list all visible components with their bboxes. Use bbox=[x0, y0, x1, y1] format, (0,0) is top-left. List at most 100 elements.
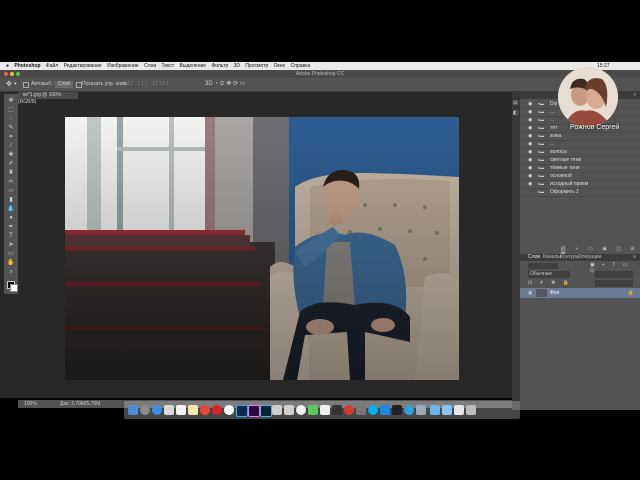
blur-tool-icon[interactable]: 💧 bbox=[7, 206, 15, 212]
menu-select[interactable]: Выделение bbox=[180, 62, 207, 70]
photos-icon[interactable] bbox=[320, 405, 330, 415]
document-tab[interactable]: ки*1.jpg @ 100% (RGB/8) bbox=[18, 92, 78, 105]
notes-icon[interactable] bbox=[188, 405, 198, 415]
safari-icon[interactable] bbox=[152, 405, 162, 415]
menu-view[interactable]: Просмотр bbox=[245, 62, 268, 70]
fill-field[interactable] bbox=[595, 280, 633, 287]
zoom-level[interactable]: 100% bbox=[24, 400, 37, 408]
opacity-field[interactable] bbox=[595, 271, 633, 278]
background-color-swatch[interactable] bbox=[10, 284, 18, 292]
panel-menu-icon[interactable]: ≡ bbox=[633, 254, 636, 261]
pen-tool-icon[interactable]: ✒ bbox=[7, 224, 15, 230]
eye-icon[interactable]: ◉ bbox=[528, 173, 532, 179]
close-button[interactable] bbox=[4, 72, 8, 76]
crop-tool-icon[interactable]: ⌗ bbox=[7, 134, 15, 140]
skype-icon[interactable] bbox=[368, 405, 378, 415]
documents-icon[interactable] bbox=[454, 405, 464, 415]
document-canvas[interactable] bbox=[65, 117, 459, 380]
options-arrow-icon[interactable]: ▾ bbox=[14, 81, 17, 88]
tab-channels[interactable]: Каналы bbox=[543, 254, 561, 261]
minimize-button[interactable] bbox=[10, 72, 14, 76]
trash-icon[interactable] bbox=[466, 405, 476, 415]
finder-icon[interactable] bbox=[128, 405, 138, 415]
chrome-icon[interactable] bbox=[200, 405, 210, 415]
stamp-tool-icon[interactable]: ♜ bbox=[7, 170, 15, 176]
eye-icon[interactable]: ◉ bbox=[528, 149, 532, 155]
brush-tool-icon[interactable]: ✐ bbox=[7, 161, 15, 167]
align-icons[interactable]: ⫶⫶⫶ ⫶⫶⫶ ⫶⫶⫶⫶⫶ bbox=[124, 81, 170, 88]
eye-icon[interactable]: ◉ bbox=[528, 109, 532, 115]
menu-3d[interactable]: 3D bbox=[234, 62, 240, 70]
tab-paths[interactable]: Контуры bbox=[560, 254, 580, 261]
dodge-tool-icon[interactable]: ● bbox=[7, 215, 15, 221]
terminal-icon[interactable] bbox=[392, 405, 402, 415]
lock-icons[interactable]: ⊡ ✐ ✥ 🔒 bbox=[528, 280, 572, 286]
tool-icon[interactable] bbox=[356, 405, 366, 415]
folder-icon[interactable] bbox=[430, 405, 440, 415]
apple-icon[interactable]: ● bbox=[6, 62, 9, 70]
tab-layers[interactable]: Слои bbox=[528, 254, 540, 261]
telegram-icon[interactable] bbox=[404, 405, 414, 415]
filter-kind-dropdown[interactable] bbox=[528, 263, 558, 269]
eraser-tool-icon[interactable]: ▱ bbox=[7, 188, 15, 194]
menu-help[interactable]: Справка bbox=[291, 62, 311, 70]
eyedropper-tool-icon[interactable]: ⁄ bbox=[7, 143, 15, 149]
autoselect-dropdown[interactable]: Слой bbox=[55, 81, 74, 88]
app-store-icon[interactable] bbox=[380, 405, 390, 415]
zoom-tool-icon[interactable]: ⌕ bbox=[7, 269, 15, 275]
screen-recorder-icon[interactable] bbox=[332, 405, 342, 415]
photoshop-icon[interactable] bbox=[236, 405, 248, 417]
move-tool-icon[interactable]: ✥ bbox=[6, 81, 12, 88]
properties-panel-icon[interactable]: ◧ bbox=[513, 110, 518, 116]
eye-icon[interactable]: ◉ bbox=[528, 133, 532, 139]
menu-window[interactable]: Окно bbox=[274, 62, 286, 70]
eye-icon[interactable]: ◉ bbox=[528, 117, 532, 123]
path-select-tool-icon[interactable]: ➤ bbox=[7, 242, 15, 248]
yandex-icon[interactable] bbox=[224, 405, 234, 415]
eye-icon[interactable]: ◉ bbox=[528, 141, 532, 147]
calendar-icon[interactable] bbox=[176, 405, 186, 415]
lightroom-icon[interactable] bbox=[260, 405, 272, 417]
menu-filter[interactable]: Фильтр bbox=[211, 62, 228, 70]
lasso-tool-icon[interactable]: ◌ bbox=[7, 116, 15, 122]
menu-layers[interactable]: Слои bbox=[144, 62, 156, 70]
eye-icon[interactable]: ◉ bbox=[528, 101, 532, 107]
eye-icon[interactable]: ◉ bbox=[528, 181, 532, 187]
menu-photoshop[interactable]: Photoshop bbox=[14, 62, 40, 70]
help-icon[interactable] bbox=[284, 405, 294, 415]
messages-icon[interactable] bbox=[308, 405, 318, 415]
menu-file[interactable]: Файл bbox=[46, 62, 58, 70]
hand-tool-icon[interactable]: ✋ bbox=[7, 260, 15, 266]
zoom-button[interactable] bbox=[16, 72, 20, 76]
quick-select-tool-icon[interactable]: ✎ bbox=[7, 125, 15, 131]
document-info[interactable]: Док: 2,70М/5,75М bbox=[60, 400, 100, 408]
gradient-tool-icon[interactable]: ▮ bbox=[7, 197, 15, 203]
blend-mode-dropdown[interactable]: Обычные bbox=[528, 271, 570, 278]
mail-icon[interactable] bbox=[164, 405, 174, 415]
help-icon[interactable] bbox=[272, 405, 282, 415]
launchpad-icon[interactable] bbox=[140, 405, 150, 415]
background-layer-row[interactable]: ◉ Фон 🔒 bbox=[520, 288, 640, 298]
itunes-icon[interactable] bbox=[296, 405, 306, 415]
layer-row[interactable]: ▸▬ Оформить 2 bbox=[520, 188, 640, 197]
healing-tool-icon[interactable]: ✚ bbox=[7, 152, 15, 158]
history-brush-tool-icon[interactable]: ✑ bbox=[7, 179, 15, 185]
panel-collapse-icon[interactable]: » bbox=[633, 92, 636, 99]
eye-icon[interactable]: ◉ bbox=[528, 290, 532, 296]
eye-icon[interactable]: ◉ bbox=[528, 165, 532, 171]
eye-icon[interactable]: ◉ bbox=[528, 125, 532, 131]
mode-3d-icons[interactable]: 3D ◔ ⊙ ✥ ⟳ ▭ bbox=[205, 81, 245, 88]
shape-tool-icon[interactable]: ▭ bbox=[7, 251, 15, 257]
marquee-tool-icon[interactable]: ⬚ bbox=[7, 107, 15, 113]
menu-text[interactable]: Текст bbox=[162, 62, 175, 70]
premiere-icon[interactable] bbox=[248, 405, 260, 417]
power-icon[interactable] bbox=[344, 405, 354, 415]
menu-edit[interactable]: Редактирование bbox=[64, 62, 102, 70]
opera-icon[interactable] bbox=[212, 405, 222, 415]
history-panel-icon[interactable]: ▤ bbox=[513, 100, 518, 106]
type-tool-icon[interactable]: T bbox=[7, 233, 15, 239]
preview-icon[interactable] bbox=[416, 405, 426, 415]
autoselect-checkbox[interactable] bbox=[23, 82, 29, 88]
move-tool-icon[interactable]: ✥ bbox=[7, 98, 15, 104]
eye-icon[interactable]: ◉ bbox=[528, 157, 532, 163]
